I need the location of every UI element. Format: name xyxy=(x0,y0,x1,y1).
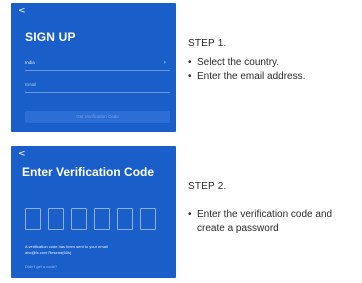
country-value: India xyxy=(25,60,35,65)
bullet-dot: • xyxy=(188,71,192,82)
email-placeholder: Email xyxy=(25,82,37,87)
get-verification-code-button[interactable]: Get Verification Code xyxy=(25,111,170,123)
code-box[interactable] xyxy=(117,208,133,230)
verification-title: Enter Verification Code xyxy=(22,165,155,179)
chevron-right-icon: › xyxy=(163,59,166,66)
verification-screen: < Enter Verification Code A verification… xyxy=(11,146,176,278)
resend-link[interactable]: Didn't get a code? xyxy=(25,264,57,269)
step2-label: STEP 2. xyxy=(188,181,227,192)
message-line: abc@fx.com Resend(60s) xyxy=(25,249,72,255)
verification-message: A verification code has been sent to you… xyxy=(25,244,165,255)
step1-bullet: • Select the country. xyxy=(188,57,280,68)
step2-bullet: • Enter the verification code and create … xyxy=(188,209,333,234)
code-box[interactable] xyxy=(48,208,64,230)
back-icon[interactable]: < xyxy=(18,150,26,159)
code-box[interactable] xyxy=(71,208,87,230)
step1-label: STEP 1. xyxy=(188,38,227,49)
step1-bullet: • Enter the email address. xyxy=(188,71,306,82)
bullet-dot: • xyxy=(188,209,192,220)
code-box[interactable] xyxy=(94,208,110,230)
back-icon[interactable]: < xyxy=(18,7,26,16)
email-field[interactable]: Email xyxy=(25,82,170,93)
code-box[interactable] xyxy=(140,208,156,230)
country-select[interactable]: India › xyxy=(25,59,170,71)
bullet-dot: • xyxy=(188,57,192,68)
code-box[interactable] xyxy=(25,208,41,230)
signup-title: SIGN UP xyxy=(25,30,76,44)
code-input-group[interactable] xyxy=(25,208,160,230)
step1-bullets: • Select the country. • Enter the email ad… xyxy=(188,56,305,84)
signup-screen: < SIGN UP India › Email Get Verification… xyxy=(11,3,176,132)
step2-bullets: • Enter the verification code and create … xyxy=(188,208,353,236)
